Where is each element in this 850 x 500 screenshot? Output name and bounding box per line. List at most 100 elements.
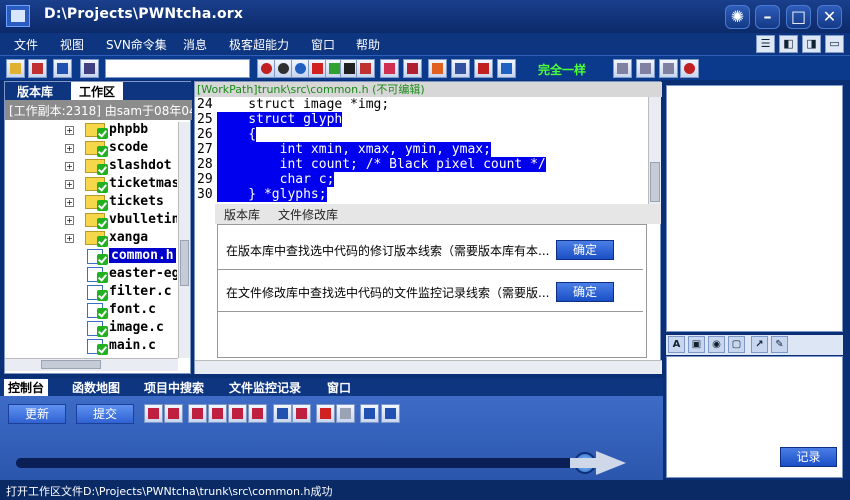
tab-project-search[interactable]: 项目中搜索 (140, 379, 208, 396)
edit-icon[interactable] (428, 59, 447, 78)
tree-item[interactable]: easter-eg (5, 266, 177, 284)
line-text: struct image *img; (217, 97, 390, 112)
svn-merge-icon[interactable] (208, 404, 227, 423)
settings-gear-icon[interactable]: ✺ (725, 5, 750, 29)
flag-icon[interactable] (316, 404, 335, 423)
merge-all-icon[interactable] (659, 59, 678, 78)
confirm-repository-button[interactable]: 确定 (556, 240, 614, 260)
code-line[interactable]: 28 int count; /* Black pixel count */ (195, 157, 647, 172)
code-line[interactable]: 29 char c; (195, 172, 647, 187)
open-folder-icon[interactable] (6, 59, 25, 78)
code-line[interactable]: 27 int xmin, xmax, ymin, ymax; (195, 142, 647, 157)
tab-workspace[interactable]: 工作区 (71, 82, 124, 100)
tree-item[interactable]: common.h (5, 248, 177, 266)
tree-horizontal-scrollbar[interactable] (5, 358, 178, 371)
text-icon[interactable]: A (668, 336, 685, 353)
update-button[interactable]: 更新 (8, 404, 66, 424)
line-number: 29 (197, 172, 213, 187)
fullscreen-icon[interactable]: ▭ (825, 35, 844, 53)
close-button[interactable]: ✕ (817, 5, 842, 29)
expand-icon[interactable]: + (65, 144, 74, 153)
tab-lookup-filechanges[interactable]: 文件修改库 (273, 206, 343, 223)
tree-item[interactable]: + tickets (5, 194, 177, 212)
confirm-filechanges-button[interactable]: 确定 (556, 282, 614, 302)
tree-item[interactable]: + ticketmas (5, 176, 177, 194)
picture-icon[interactable] (381, 404, 400, 423)
svn-revert-icon[interactable] (248, 404, 267, 423)
minimize-button[interactable]: – (755, 5, 780, 29)
tree-horizontal-thumb[interactable] (41, 360, 101, 369)
expand-icon[interactable]: + (65, 216, 74, 225)
code-line[interactable]: 26 { (195, 127, 647, 142)
restore-right-icon[interactable]: ◨ (802, 35, 821, 53)
tree-item[interactable]: filter.c (5, 284, 177, 302)
expand-icon[interactable]: + (65, 198, 74, 207)
menu-file[interactable]: 文件 (14, 36, 38, 53)
menu-geek-powers[interactable]: 极客超能力 (229, 36, 289, 53)
restore-left-icon[interactable]: ◧ (779, 35, 798, 53)
tab-repository[interactable]: 版本库 (9, 82, 61, 100)
expand-icon[interactable]: + (65, 234, 74, 243)
menu-messages[interactable]: 消息 (183, 36, 207, 53)
code-line[interactable]: 25 struct glyph (195, 112, 647, 127)
tree-item[interactable]: + scode (5, 140, 177, 158)
commit-button[interactable]: 提交 (76, 404, 134, 424)
tab-function-map[interactable]: 函数地图 (68, 379, 124, 396)
tree-item[interactable]: + xanga (5, 230, 177, 248)
code-vertical-thumb[interactable] (650, 162, 660, 202)
svn-log-icon[interactable] (273, 404, 292, 423)
expand-icon[interactable]: + (65, 126, 74, 135)
menu-help[interactable]: 帮助 (356, 36, 380, 53)
menu-svn[interactable]: SVN命令集 (106, 36, 167, 53)
expand-icon[interactable]: + (65, 180, 74, 189)
pin-icon[interactable]: ↗ (751, 336, 768, 353)
record-button[interactable]: 记录 (780, 447, 837, 467)
tree-item[interactable]: + vbulletin (5, 212, 177, 230)
line-number: 25 (197, 112, 213, 127)
image-icon[interactable]: ▣ (688, 336, 705, 353)
tab-console[interactable]: 控制台 (4, 379, 49, 396)
tile-windows-icon[interactable]: ☰ (756, 35, 775, 53)
toolbar-combo[interactable] (105, 59, 250, 78)
zoom-icon[interactable] (497, 59, 516, 78)
svn-op-icon[interactable] (144, 404, 163, 423)
code-line[interactable]: 30 } *glyphs; (195, 187, 647, 202)
editor-horizontal-scrollbar[interactable] (195, 360, 662, 374)
tab-window[interactable]: 窗口 (323, 379, 355, 396)
menu-view[interactable]: 视图 (60, 36, 84, 53)
save-icon[interactable] (53, 59, 72, 78)
tree-item[interactable]: + phpbb (5, 122, 177, 140)
camera-icon[interactable]: ◉ (708, 336, 725, 353)
bookmark-icon[interactable] (474, 59, 493, 78)
tab-lookup-repository[interactable]: 版本库 (219, 206, 265, 223)
tree-vertical-thumb[interactable] (180, 240, 189, 286)
svn-branch-icon[interactable] (188, 404, 207, 423)
menu-window[interactable]: 窗口 (311, 36, 335, 53)
tab-file-monitor[interactable]: 文件监控记录 (225, 379, 305, 396)
compare-icon[interactable] (380, 59, 399, 78)
attachment-icon[interactable]: ✎ (771, 336, 788, 353)
print-icon[interactable] (403, 59, 422, 78)
code-line[interactable]: 24 struct image *img; (195, 97, 647, 112)
svn-copy-icon[interactable] (164, 404, 183, 423)
svn-blame-icon[interactable] (292, 404, 311, 423)
expand-icon[interactable]: + (65, 162, 74, 171)
sync-icon[interactable] (336, 404, 355, 423)
svn-switch-icon[interactable] (228, 404, 247, 423)
tree-item[interactable]: + slashdot (5, 158, 177, 176)
filter-icon[interactable] (80, 59, 99, 78)
tree-item[interactable]: main.c (5, 338, 177, 356)
merge-right-icon[interactable] (636, 59, 655, 78)
screenshot-icon[interactable]: ▢ (728, 336, 745, 353)
search-pin-icon[interactable] (356, 59, 375, 78)
calendar-icon[interactable] (360, 404, 379, 423)
refresh-icon[interactable] (680, 59, 699, 78)
tree-item[interactable]: image.c (5, 320, 177, 338)
code-vertical-scrollbar[interactable] (648, 97, 661, 204)
swap-icon[interactable] (451, 59, 470, 78)
merge-left-icon[interactable] (613, 59, 632, 78)
browse-icon[interactable] (28, 59, 47, 78)
tree-item[interactable]: font.c (5, 302, 177, 320)
maximize-button[interactable]: □ (786, 5, 811, 29)
tree-vertical-scrollbar[interactable] (178, 122, 190, 358)
